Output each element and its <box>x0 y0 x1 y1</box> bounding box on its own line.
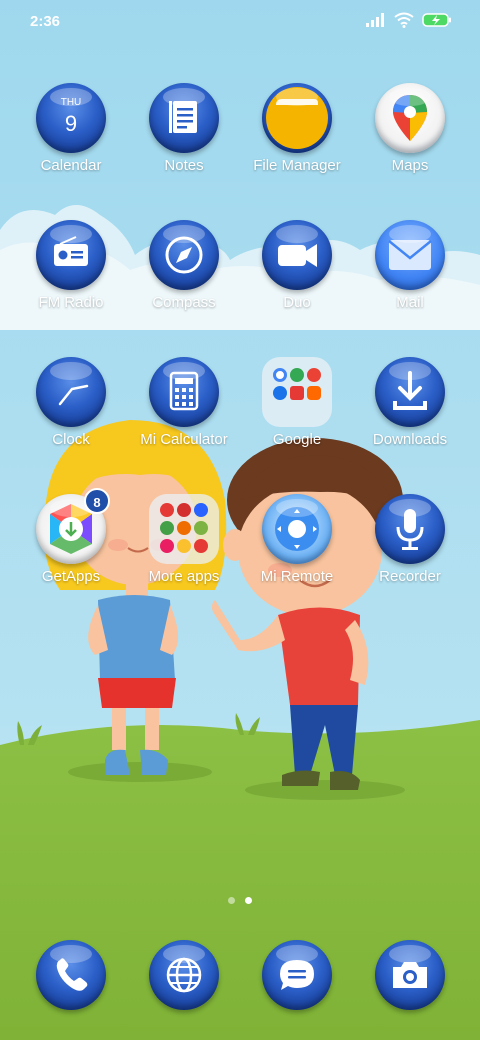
page-dot <box>228 897 235 904</box>
dock-messages[interactable] <box>242 940 352 1010</box>
app-getapps[interactable]: 8 GetApps <box>16 488 126 585</box>
calendar-icon: THU 9 <box>36 83 106 153</box>
app-label: Google <box>272 431 322 448</box>
wifi-icon <box>394 12 414 28</box>
app-notes[interactable]: Notes <box>129 83 239 174</box>
app-mi-calculator[interactable]: Mi Calculator <box>129 357 239 448</box>
app-label: Maps <box>391 157 429 174</box>
radio-icon <box>36 220 106 290</box>
app-label: Recorder <box>379 568 441 585</box>
app-fm-radio[interactable]: FM Radio <box>16 220 126 311</box>
video-camera-icon <box>262 220 332 290</box>
status-icons <box>366 12 452 28</box>
status-bar: 2:36 <box>0 0 480 44</box>
app-mail[interactable]: Mail <box>355 220 465 311</box>
notes-icon <box>149 83 219 153</box>
app-duo[interactable]: Duo <box>242 220 352 311</box>
app-label: Mail <box>396 294 424 311</box>
status-time: 2:36 <box>30 13 61 30</box>
download-icon <box>375 357 445 427</box>
app-file-manager[interactable]: File Manager <box>242 83 352 174</box>
app-label: GetApps <box>41 568 101 585</box>
calendar-weekday: THU <box>61 97 82 108</box>
google-folder-icon <box>262 357 332 427</box>
app-maps[interactable]: Maps <box>355 83 465 174</box>
app-label: Mi Remote <box>260 568 334 585</box>
page-indicator <box>228 897 252 904</box>
dock-phone[interactable] <box>16 940 126 1010</box>
dock-camera[interactable] <box>355 940 465 1010</box>
folder-icon <box>262 83 332 153</box>
app-clock[interactable]: Clock <box>16 357 126 448</box>
app-label: FM Radio <box>38 294 104 311</box>
notification-badge: 8 <box>84 488 110 514</box>
signal-icon <box>366 13 384 27</box>
app-downloads[interactable]: Downloads <box>355 357 465 448</box>
more-apps-folder-icon <box>149 494 219 564</box>
remote-control-icon <box>262 494 332 564</box>
camera-icon <box>375 940 445 1010</box>
folder-google[interactable]: Google <box>242 357 352 448</box>
battery-charging-icon <box>422 13 451 27</box>
app-label: Duo <box>283 294 311 311</box>
mail-icon <box>375 220 445 290</box>
phone-icon <box>36 940 106 1010</box>
app-calendar[interactable]: THU 9 Calendar <box>16 83 126 174</box>
app-label: Mi Calculator <box>140 431 228 448</box>
app-label: Notes <box>164 157 204 174</box>
calculator-icon <box>149 357 219 427</box>
app-compass[interactable]: Compass <box>129 220 239 311</box>
app-label: More apps <box>148 568 220 585</box>
calendar-day: 9 <box>65 111 77 136</box>
folder-more-apps[interactable]: More apps <box>129 494 239 585</box>
dock-browser[interactable] <box>129 940 239 1010</box>
microphone-icon <box>375 494 445 564</box>
clock-icon <box>36 357 106 427</box>
app-label: Calendar <box>40 157 102 174</box>
maps-pin-icon <box>375 83 445 153</box>
message-bubble-icon <box>262 940 332 1010</box>
app-label: Clock <box>52 431 90 448</box>
globe-icon <box>149 940 219 1010</box>
app-label: File Manager <box>253 157 341 174</box>
page-dot-active <box>245 897 252 904</box>
app-recorder[interactable]: Recorder <box>355 494 465 585</box>
app-label: Downloads <box>372 431 448 448</box>
app-label: Compass <box>152 294 216 311</box>
compass-icon <box>149 220 219 290</box>
app-mi-remote[interactable]: Mi Remote <box>242 494 352 585</box>
